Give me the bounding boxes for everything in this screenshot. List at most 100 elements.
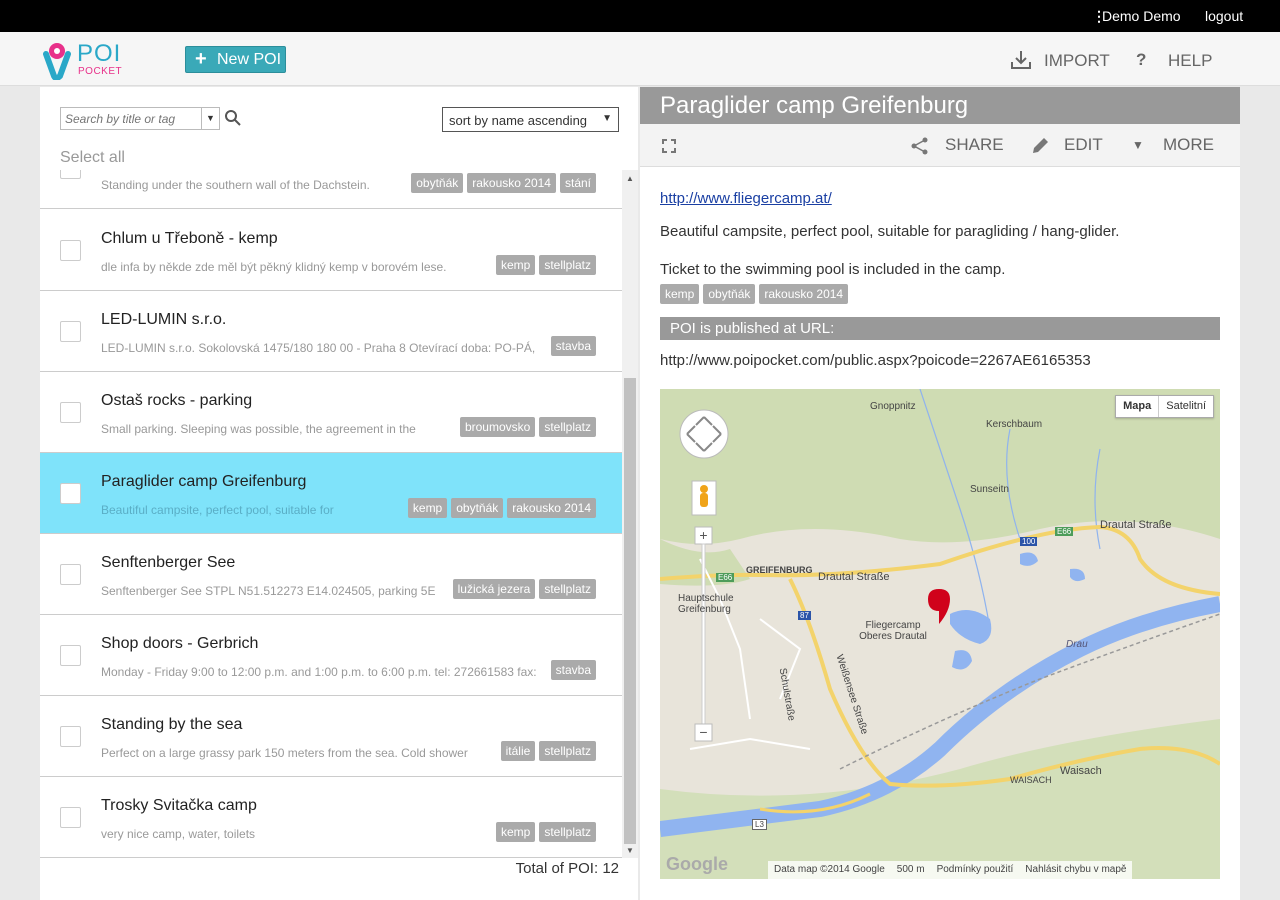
row-desc: Beautiful campsite, perfect pool, suitab… xyxy=(101,503,334,517)
total-count: Total of POI: 12 xyxy=(515,860,619,877)
poi-list-panel: ▼ sort by name ascending ▼ Select all St… xyxy=(40,87,638,900)
caret-down-icon[interactable]: ▼ xyxy=(1132,138,1144,152)
row-checkbox[interactable] xyxy=(60,807,81,828)
row-checkbox[interactable] xyxy=(60,726,81,747)
list-item[interactable]: Senftenberger See Senftenberger See STPL… xyxy=(40,534,622,615)
row-tags: obytňák rakousko 2014 stání xyxy=(411,173,596,193)
tag[interactable]: broumovsko xyxy=(459,417,536,437)
poi-website-link[interactable]: http://www.fliegercamp.at/ xyxy=(660,190,832,207)
svg-text:+: + xyxy=(699,527,707,543)
list-item[interactable]: Trosky Svitačka camp very nice camp, wat… xyxy=(40,777,622,858)
published-url[interactable]: http://www.poipocket.com/public.aspx?poi… xyxy=(660,352,1091,369)
row-title: Trosky Svitačka camp xyxy=(101,797,257,814)
tag[interactable]: stání xyxy=(559,173,596,193)
google-logo: Google xyxy=(666,854,728,874)
more-button[interactable]: MORE xyxy=(1163,135,1214,155)
scrollbar-thumb[interactable] xyxy=(624,378,636,844)
share-icon[interactable] xyxy=(910,137,930,155)
logout-link[interactable]: logout xyxy=(1205,8,1243,24)
row-title: Shop doors - Gerbrich xyxy=(101,635,259,652)
tag[interactable]: rakousko 2014 xyxy=(507,498,596,518)
row-checkbox[interactable] xyxy=(60,645,81,666)
tag[interactable]: lužická jezera xyxy=(452,579,536,599)
download-icon xyxy=(1011,51,1031,69)
row-checkbox[interactable] xyxy=(60,240,81,261)
scroll-down-icon[interactable]: ▼ xyxy=(626,846,634,855)
list-item-selected[interactable]: Paraglider camp Greifenburg Beautiful ca… xyxy=(40,453,622,534)
chevron-down-icon: ▼ xyxy=(602,113,612,124)
row-tags: broumovsko stellplatz xyxy=(459,417,596,437)
sort-select[interactable]: sort by name ascending ▼ xyxy=(442,107,619,132)
row-desc: dle infa by někde zde měl být pěkný klid… xyxy=(101,260,447,274)
tag[interactable]: kemp xyxy=(495,255,536,275)
row-checkbox[interactable] xyxy=(60,564,81,585)
detail-tags: kemp obytňák rakousko 2014 xyxy=(660,284,849,304)
sort-value: sort by name ascending xyxy=(449,113,588,128)
tag[interactable]: kemp xyxy=(407,498,448,518)
tag[interactable]: kemp xyxy=(495,822,536,842)
list-item[interactable]: LED-LUMIN s.r.o. LED-LUMIN s.r.o. Sokolo… xyxy=(40,291,622,372)
top-bar: ⋮Demo Demo logout xyxy=(0,0,1280,32)
scroll-up-icon[interactable]: ▲ xyxy=(626,174,634,183)
detail-paragraph: Ticket to the swimming pool is included … xyxy=(660,261,1006,278)
tag[interactable]: stellplatz xyxy=(539,741,596,761)
road-shield: E66 xyxy=(1055,527,1074,536)
row-desc: Monday - Friday 9:00 to 12:00 p.m. and 1… xyxy=(101,665,537,679)
tag[interactable]: obytňák xyxy=(451,498,504,518)
tag[interactable]: itálie xyxy=(500,741,536,761)
tag[interactable]: obytňák xyxy=(703,284,756,304)
map-type-map[interactable]: Mapa xyxy=(1116,396,1160,417)
list-item[interactable]: Standing by the sea Perfect on a large g… xyxy=(40,696,622,777)
user-menu[interactable]: ⋮Demo Demo xyxy=(1092,8,1181,25)
tag[interactable]: stellplatz xyxy=(539,255,596,275)
row-checkbox[interactable] xyxy=(60,321,81,342)
map-canvas: + − xyxy=(660,389,1220,879)
map-report-link[interactable]: Nahlásit chybu v mapě xyxy=(1025,864,1126,876)
list-scrollbar[interactable]: ▲ ▼ xyxy=(622,170,638,858)
detail-toolbar: SHARE EDIT ▼ MORE xyxy=(640,124,1240,167)
list-item[interactable]: Ostaš rocks - parking Small parking. Sle… xyxy=(40,372,622,453)
edit-button[interactable]: EDIT xyxy=(1064,135,1103,155)
row-desc: Small parking. Sleeping was possible, th… xyxy=(101,422,416,436)
search-input[interactable] xyxy=(61,108,202,129)
tag[interactable]: rakousko 2014 xyxy=(467,173,556,193)
map-type-satellite[interactable]: Satelitní xyxy=(1159,396,1213,417)
tag[interactable]: stavba xyxy=(550,336,596,356)
row-desc: very nice camp, water, toilets xyxy=(101,827,256,841)
share-button[interactable]: SHARE xyxy=(945,135,1004,155)
row-tags: stavba xyxy=(550,336,596,356)
fullscreen-icon[interactable] xyxy=(662,139,676,153)
tag[interactable]: stavba xyxy=(550,660,596,680)
map-label: Gnoppnitz xyxy=(870,401,916,412)
row-checkbox[interactable] xyxy=(60,170,81,179)
tag[interactable]: obytňák xyxy=(411,173,464,193)
svg-text:−: − xyxy=(699,724,707,740)
plus-icon: + xyxy=(195,48,207,70)
row-desc: Senftenberger See STPL N51.512273 E14.02… xyxy=(101,584,436,598)
map-label: Drau xyxy=(1066,639,1088,650)
row-checkbox[interactable] xyxy=(60,402,81,423)
row-title: Chlum u Třeboně - kemp xyxy=(101,230,278,247)
tag[interactable]: stellplatz xyxy=(539,417,596,437)
map-view[interactable]: + − Gnoppnitz Kerschbaum Sunseitn Drauta… xyxy=(660,389,1220,879)
map-label: Hauptschule Greifenburg xyxy=(678,593,734,615)
list-item[interactable]: Chlum u Třeboně - kemp dle infa by někde… xyxy=(40,210,622,291)
select-all-link[interactable]: Select all xyxy=(60,149,125,167)
tag[interactable]: rakousko 2014 xyxy=(759,284,849,304)
search-icon[interactable] xyxy=(224,109,242,127)
logo-text: POI xyxy=(77,40,122,67)
map-label: Drautal Straße xyxy=(818,571,890,583)
new-poi-button[interactable]: + New POI xyxy=(185,46,286,73)
row-checkbox[interactable] xyxy=(60,483,81,504)
tag[interactable]: stellplatz xyxy=(539,579,596,599)
list-item[interactable]: Shop doors - Gerbrich Monday - Friday 9:… xyxy=(40,615,622,696)
tag[interactable]: kemp xyxy=(660,284,700,304)
pencil-icon[interactable] xyxy=(1030,136,1050,156)
row-tags: stavba xyxy=(550,660,596,680)
list-item[interactable]: Standing under the southern wall of the … xyxy=(40,170,622,209)
search-dropdown-button[interactable]: ▼ xyxy=(201,108,219,129)
map-terms-link[interactable]: Podmínky použití xyxy=(937,864,1014,876)
import-label: IMPORT xyxy=(1044,51,1110,70)
row-title: Senftenberger See xyxy=(101,554,236,571)
tag[interactable]: stellplatz xyxy=(539,822,596,842)
